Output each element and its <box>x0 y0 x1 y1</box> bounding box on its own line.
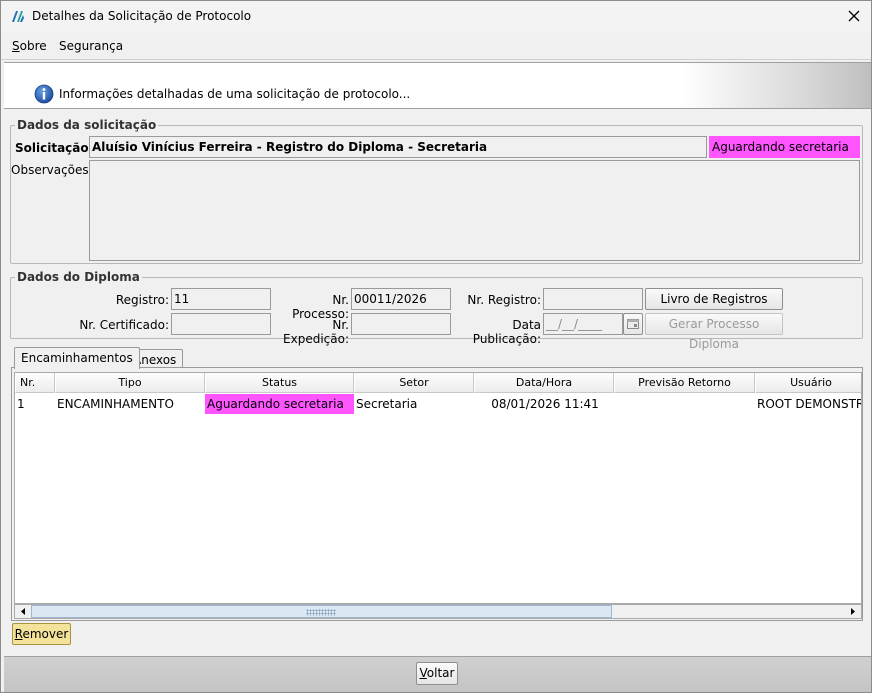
info-icon <box>34 84 54 104</box>
title-bar: Detalhes da Solicitação de Protocolo <box>1 1 871 32</box>
column-header-status[interactable]: Status <box>205 373 354 393</box>
tab-encaminhamentos[interactable]: Encaminhamentos <box>14 347 140 369</box>
nr-expedicao-field[interactable] <box>351 313 451 335</box>
column-header-tipo[interactable]: Tipo <box>55 373 205 393</box>
calendar-button[interactable] <box>623 313 643 335</box>
menu-seguranca[interactable]: Segurança <box>59 39 123 53</box>
app-logo-icon <box>12 11 24 22</box>
voltar-mnemonic: V <box>419 666 427 680</box>
column-header-previsao[interactable]: Previsão Retorno <box>614 373 755 393</box>
gerar-processo-button[interactable]: Gerar Processo Diploma <box>645 313 783 351</box>
observacoes-label: Observações: <box>11 163 93 177</box>
column-header-nr[interactable]: Nr. <box>15 373 55 393</box>
cell-data-hora: 08/01/2026 11:41 <box>491 397 599 411</box>
cell-tipo: ENCAMINHAMENTO <box>57 397 174 411</box>
arrow-left-icon[interactable] <box>16 605 30 618</box>
remover-button[interactable]: Remover <box>12 623 71 645</box>
scrollbar-grip <box>306 609 336 616</box>
menu-sobre-mnemonic: S <box>12 39 20 53</box>
close-icon[interactable] <box>843 5 865 27</box>
voltar-button[interactable]: Voltar <box>416 662 458 685</box>
solicitacao-label: Solicitação: <box>15 141 94 155</box>
cell-status: Aguardando secretaria <box>205 394 354 414</box>
solicitacao-group-title: Dados da solicitação <box>15 118 159 132</box>
nr-expedicao-label: Nr. Expedição: <box>283 318 349 346</box>
scrollbar-thumb[interactable] <box>31 605 612 618</box>
solicitacao-field: Aluísio Vinícius Ferreira - Registro do … <box>89 136 707 158</box>
column-header-data-hora[interactable]: Data/Hora <box>474 373 614 393</box>
diploma-group-title: Dados do Diploma <box>15 270 142 284</box>
cell-nr: 1 <box>17 397 25 411</box>
banner-text: Informações detalhadas de uma solicitaçã… <box>59 87 411 101</box>
window-title: Detalhes da Solicitação de Protocolo <box>32 9 252 23</box>
data-publicacao-label: Data Publicação: <box>472 318 541 346</box>
calendar-icon <box>627 319 639 329</box>
nr-certificado-label: Nr. Certificado: <box>79 318 169 332</box>
cell-usuario: ROOT DEMONSTRAC <box>757 397 861 411</box>
info-banner: Informações detalhadas de uma solicitaçã… <box>4 62 871 109</box>
livro-registros-button[interactable]: Livro de Registros <box>645 288 783 310</box>
registro-field[interactable]: 11 <box>171 288 271 310</box>
encaminhamentos-panel: Nr. Tipo Status Setor Data/Hora Previsão… <box>11 367 863 621</box>
nr-certificado-field[interactable] <box>171 313 271 335</box>
cell-previsao <box>614 394 755 414</box>
menu-sobre[interactable]: Sobre <box>12 39 47 53</box>
dialog-window: Detalhes da Solicitação de Protocolo Sob… <box>0 0 872 693</box>
menu-bar: Sobre Segurança <box>1 32 871 60</box>
nr-registro-label: Nr. Registro: <box>467 293 541 307</box>
data-publicacao-field[interactable]: __/__/____ <box>543 313 623 335</box>
nr-registro-field[interactable] <box>543 288 643 310</box>
remover-label: emover <box>22 627 69 641</box>
menu-sobre-label: obre <box>19 39 47 53</box>
registro-label: Registro: <box>115 293 169 307</box>
nr-processo-field[interactable]: 00011/2026 <box>351 288 451 310</box>
status-badge: Aguardando secretaria <box>709 136 860 158</box>
voltar-label: oltar <box>426 666 455 680</box>
column-header-usuario[interactable]: Usuário <box>755 373 861 393</box>
column-header-setor[interactable]: Setor <box>354 373 474 393</box>
encaminhamentos-table[interactable]: Nr. Tipo Status Setor Data/Hora Previsão… <box>14 372 862 604</box>
cell-setor: Secretaria <box>356 397 418 411</box>
observacoes-textarea[interactable] <box>89 160 860 261</box>
arrow-right-icon[interactable] <box>846 605 860 618</box>
nr-processo-label: Nr. Processo: <box>292 293 349 321</box>
horizontal-scrollbar[interactable] <box>14 604 862 619</box>
